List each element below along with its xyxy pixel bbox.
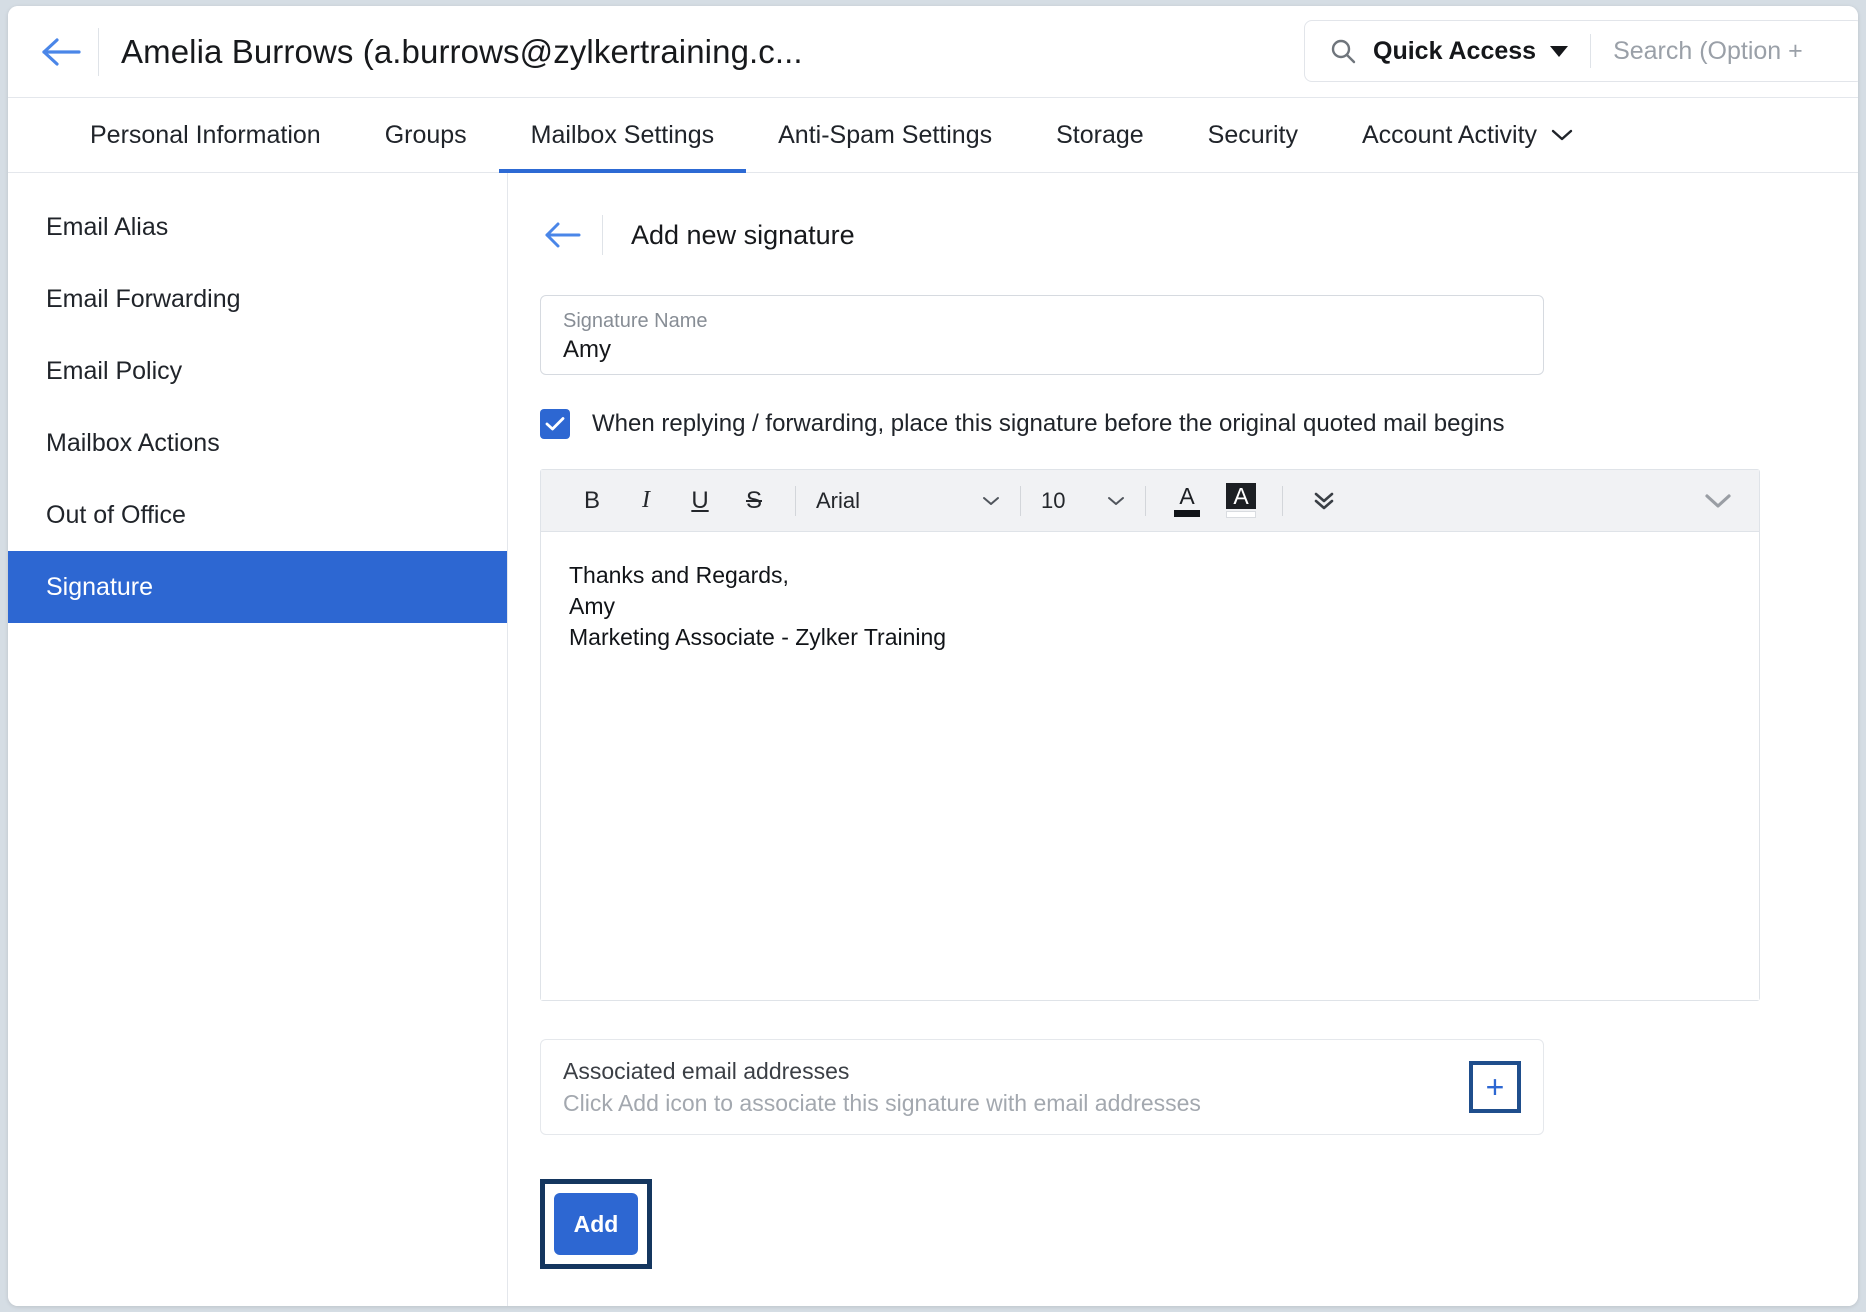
tab-security[interactable]: Security [1176, 98, 1330, 172]
double-chevron-down-icon[interactable] [1297, 479, 1351, 523]
tab-label: Anti-Spam Settings [778, 120, 993, 149]
sidebar-item-label: Email Alias [46, 212, 169, 241]
tab-bar: Personal Information Groups Mailbox Sett… [8, 98, 1858, 173]
tab-label: Storage [1056, 120, 1144, 149]
signature-name-field[interactable]: Signature Name Amy [540, 295, 1544, 375]
search-divider [1590, 34, 1592, 68]
tab-groups[interactable]: Groups [353, 98, 499, 172]
signature-editor: B I U S Arial 10 A A Thanks and Regards,… [540, 469, 1760, 1001]
highlight-color-button[interactable]: A [1214, 479, 1268, 523]
place-signature-checkbox-row: When replying / forwarding, place this s… [540, 409, 1858, 439]
app-window: Amelia Burrows (a.burrows@zylkertraining… [8, 6, 1858, 1306]
tab-anti-spam-settings[interactable]: Anti-Spam Settings [746, 98, 1024, 172]
sidebar-item-email-policy[interactable]: Email Policy [8, 335, 507, 407]
text-color-glyph: A [1179, 483, 1195, 509]
tab-mailbox-settings[interactable]: Mailbox Settings [498, 98, 747, 173]
add-button[interactable]: Add [554, 1193, 638, 1255]
search-glyph [1331, 39, 1356, 64]
bold-button[interactable]: B [565, 479, 619, 523]
associated-email-addresses-panel: Associated email addresses Click Add ico… [540, 1039, 1544, 1135]
sidebar-item-label: Mailbox Actions [46, 428, 220, 457]
screen: Amelia Burrows (a.burrows@zylkertraining… [0, 0, 1866, 1312]
sidebar-item-label: Out of Office [46, 500, 186, 529]
sidebar-item-email-alias[interactable]: Email Alias [8, 191, 507, 263]
font-family-select[interactable]: Arial [810, 479, 1006, 523]
associated-title: Associated email addresses [563, 1058, 850, 1084]
tab-personal-information[interactable]: Personal Information [58, 98, 353, 172]
sidebar-item-out-of-office[interactable]: Out of Office [8, 479, 507, 551]
chevron-down-icon [1705, 493, 1731, 508]
highlight-color-glyph: A [1226, 483, 1256, 509]
signature-line: Marketing Associate - Zylker Training [569, 624, 947, 650]
signature-name-label: Signature Name [563, 310, 708, 332]
toolbar-divider [1145, 485, 1146, 516]
search-input[interactable]: Search (Option + [1613, 37, 1858, 66]
topbar: Amelia Burrows (a.burrows@zylkertraining… [8, 6, 1858, 98]
chevron-down-glyph [1551, 129, 1573, 141]
body: Email Alias Email Forwarding Email Polic… [8, 173, 1858, 1306]
check-icon [545, 417, 565, 431]
plus-icon: + [1485, 1069, 1505, 1105]
place-signature-checkbox-label: When replying / forwarding, place this s… [592, 410, 1505, 437]
search-bar[interactable]: Quick Access Search (Option + [1304, 20, 1858, 82]
page-title: Amelia Burrows (a.burrows@zylkertraining… [121, 32, 803, 70]
main-header: Add new signature [508, 173, 1858, 255]
font-size-value: 10 [1041, 487, 1066, 513]
italic-button[interactable]: I [619, 479, 673, 523]
back-arrow-glyph [545, 222, 581, 248]
sidebar-item-signature[interactable]: Signature [8, 551, 507, 623]
caret-down-icon[interactable] [1550, 45, 1569, 57]
back-arrow-glyph [42, 37, 81, 66]
highlight-color-swatch [1226, 511, 1256, 518]
strikethrough-button[interactable]: S [727, 479, 781, 523]
tab-label: Security [1207, 120, 1298, 149]
tab-label: Personal Information [90, 120, 321, 149]
chevron-down-icon [1107, 495, 1125, 507]
signature-line: Thanks and Regards, [569, 562, 789, 588]
sidebar-item-email-forwarding[interactable]: Email Forwarding [8, 263, 507, 335]
toolbar-divider [1282, 485, 1283, 516]
double-chevron-down-glyph [1314, 492, 1334, 509]
quick-access-label[interactable]: Quick Access [1373, 37, 1536, 66]
chevron-down-glyph [983, 496, 999, 505]
editor-toolbar: B I U S Arial 10 A A [541, 470, 1759, 532]
toolbar-divider [795, 485, 796, 516]
signature-editor-body[interactable]: Thanks and Regards, Amy Marketing Associ… [541, 532, 1759, 1000]
associated-texts: Associated email addresses Click Add ico… [563, 1055, 1201, 1119]
tab-storage[interactable]: Storage [1024, 98, 1176, 172]
sidebar-item-mailbox-actions[interactable]: Mailbox Actions [8, 407, 507, 479]
search-icon [1329, 37, 1357, 65]
tab-account-activity[interactable]: Account Activity [1330, 98, 1605, 172]
toolbar-divider [1020, 485, 1021, 516]
chevron-down-icon[interactable] [1551, 128, 1573, 142]
sidebar-item-label: Signature [46, 572, 154, 601]
font-size-select[interactable]: 10 [1035, 479, 1131, 523]
underline-button[interactable]: U [673, 479, 727, 523]
add-button-highlight: Add [540, 1179, 652, 1269]
sidebar-item-label: Email Forwarding [46, 284, 241, 313]
tab-label: Mailbox Settings [530, 120, 715, 149]
header-divider [602, 215, 603, 255]
main-content: Add new signature Signature Name Amy Whe… [508, 173, 1858, 1306]
tab-label: Groups [384, 120, 467, 149]
signature-line: Amy [569, 593, 615, 619]
tab-label: Account Activity [1361, 120, 1538, 149]
font-family-value: Arial [816, 487, 861, 513]
add-email-address-button[interactable]: + [1469, 1061, 1521, 1113]
chevron-down-glyph [1108, 496, 1124, 505]
signature-name-input[interactable]: Amy [563, 334, 1521, 366]
section-heading: Add new signature [631, 219, 855, 250]
chevron-down-icon [982, 495, 1000, 507]
sidebar: Email Alias Email Forwarding Email Polic… [8, 173, 508, 1306]
text-color-button[interactable]: A [1160, 479, 1214, 523]
back-arrow-icon[interactable] [30, 36, 92, 68]
topbar-divider [98, 27, 99, 76]
expand-toolbar-button[interactable] [1703, 470, 1733, 531]
associated-subtitle: Click Add icon to associate this signatu… [563, 1090, 1201, 1116]
place-signature-checkbox[interactable] [540, 409, 570, 439]
text-color-swatch [1174, 510, 1200, 517]
sidebar-item-label: Email Policy [46, 356, 183, 385]
back-arrow-icon[interactable] [536, 221, 590, 249]
